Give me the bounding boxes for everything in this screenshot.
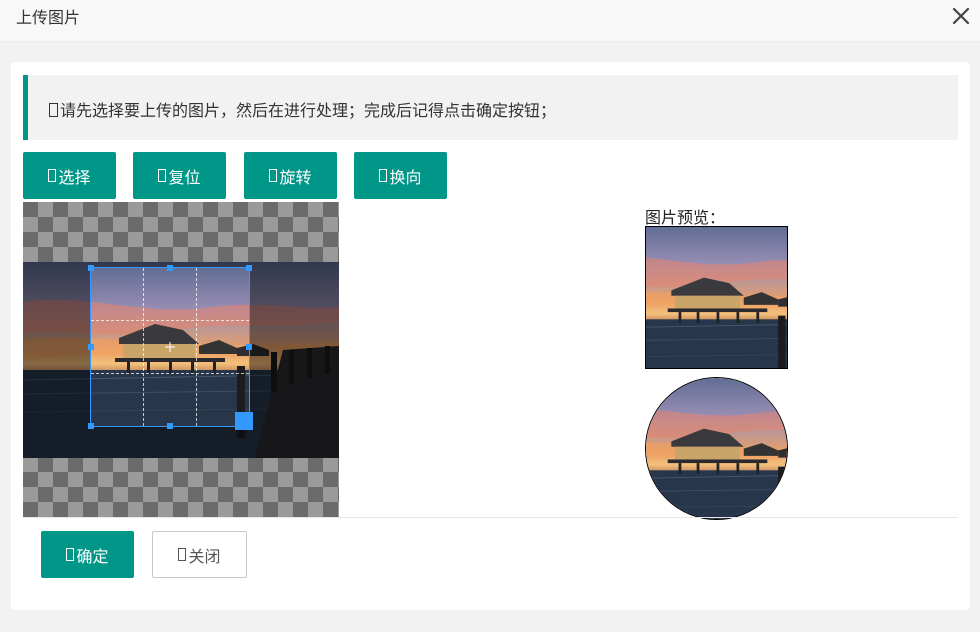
- crop-guide-line: [91, 373, 249, 374]
- select-button[interactable]: 选择: [23, 152, 116, 199]
- check-icon: [66, 548, 75, 561]
- upload-panel: 请先选择要上传的图片，然后在进行处理；完成后记得点击确定按钮； 选择 复位 旋转…: [11, 62, 970, 610]
- notice-text: 请先选择要上传的图片，然后在进行处理；完成后记得点击确定按钮；: [60, 101, 557, 120]
- crop-handle-s[interactable]: [167, 423, 173, 429]
- crop-handle-nw[interactable]: [88, 265, 94, 271]
- crop-handle-e[interactable]: [246, 344, 252, 350]
- preview-circle-image: [646, 378, 787, 519]
- refresh-icon: [158, 169, 167, 182]
- dialog-titlebar: 上传图片: [0, 0, 980, 42]
- image-cropper[interactable]: [23, 202, 339, 518]
- crop-guide-line: [196, 268, 197, 426]
- crop-guide-line: [143, 268, 144, 426]
- preview-label: 图片预览：: [645, 208, 726, 227]
- crop-handle-n[interactable]: [167, 265, 173, 271]
- preview-square: [645, 226, 788, 369]
- close-button-label: 关闭: [188, 546, 221, 566]
- rotate-button-label: 旋转: [279, 167, 312, 187]
- preview-circle: [645, 377, 788, 520]
- image-icon: [48, 169, 57, 182]
- flip-button-label: 换向: [389, 167, 422, 187]
- footer-divider: [23, 517, 958, 518]
- rotate-button[interactable]: 旋转: [244, 152, 337, 199]
- reset-button[interactable]: 复位: [133, 152, 226, 199]
- confirm-button-label: 确定: [76, 546, 109, 566]
- notice-banner: 请先选择要上传的图片，然后在进行处理；完成后记得点击确定按钮；: [23, 75, 958, 140]
- reset-button-label: 复位: [168, 167, 201, 187]
- crop-handle-se[interactable]: [235, 412, 253, 430]
- flip-icon: [379, 169, 388, 182]
- crop-center-icon: [165, 342, 175, 352]
- crop-handle-ne[interactable]: [246, 265, 252, 271]
- flip-button[interactable]: 换向: [354, 152, 447, 199]
- close-button[interactable]: 关闭: [152, 531, 247, 578]
- confirm-button[interactable]: 确定: [41, 531, 134, 578]
- crop-handle-sw[interactable]: [88, 423, 94, 429]
- crop-box[interactable]: [90, 267, 250, 427]
- close-icon: [178, 548, 187, 561]
- preview-square-image: [646, 227, 787, 368]
- select-button-label: 选择: [58, 167, 91, 187]
- crop-guide-line: [91, 320, 249, 321]
- dialog-title: 上传图片: [16, 8, 81, 27]
- crop-handle-w[interactable]: [88, 344, 94, 350]
- rotate-icon: [269, 169, 278, 182]
- close-icon[interactable]: [949, 4, 973, 28]
- info-icon: [49, 103, 58, 117]
